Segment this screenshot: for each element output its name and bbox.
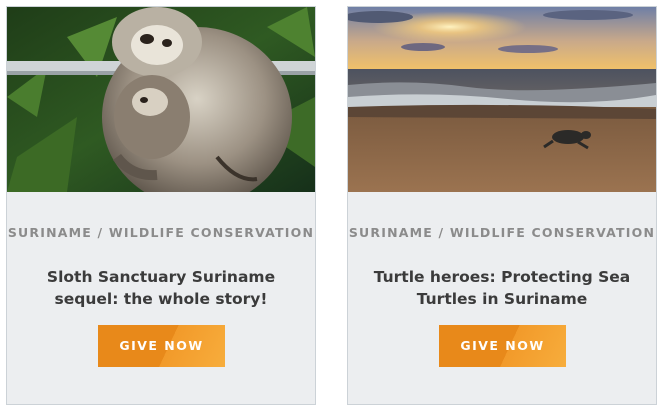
- sloth-photo[interactable]: [7, 7, 315, 192]
- give-now-button[interactable]: GIVE NOW: [439, 325, 566, 367]
- card-title[interactable]: Sloth Sanctuary Suriname sequel: the who…: [25, 266, 297, 310]
- card-category: SURINAME / WILDLIFE CONSERVATION: [348, 225, 656, 240]
- card-category: SURINAME / WILDLIFE CONSERVATION: [7, 225, 315, 240]
- give-now-button[interactable]: GIVE NOW: [98, 325, 225, 367]
- beach-turtle-photo[interactable]: [348, 7, 656, 192]
- project-card-turtle[interactable]: SURINAME / WILDLIFE CONSERVATION Turtle …: [347, 6, 657, 405]
- project-card-sloth[interactable]: SURINAME / WILDLIFE CONSERVATION Sloth S…: [6, 6, 316, 405]
- card-title[interactable]: Turtle heroes: Protecting Sea Turtles in…: [366, 266, 638, 310]
